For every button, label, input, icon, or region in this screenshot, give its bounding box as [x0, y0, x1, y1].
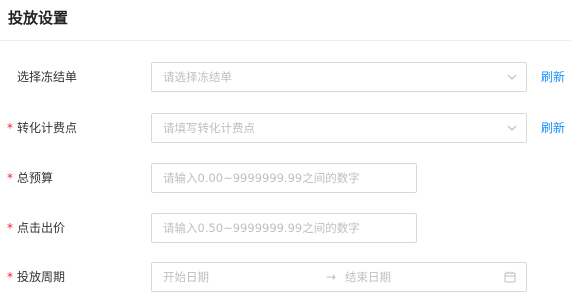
click-bid-placeholder: 请输入0.50~9999999.99之间的数字: [163, 221, 360, 235]
freeze-order-select[interactable]: 请选择冻结单: [151, 62, 527, 92]
freeze-order-label-text: 选择冻结单: [17, 70, 78, 84]
form-row-delivery-period: * 投放周期 开始日期 → 结束日期: [0, 262, 571, 292]
required-mark: *: [7, 171, 13, 185]
click-bid-label-text: 点击出价: [17, 221, 66, 235]
total-budget-label: * 总预算: [7, 163, 53, 193]
start-date-input[interactable]: 开始日期: [163, 263, 209, 291]
required-mark: *: [7, 121, 13, 135]
freeze-order-refresh-link[interactable]: 刷新: [541, 62, 565, 92]
form-row-click-bid: * 点击出价 请输入0.50~9999999.99之间的数字: [0, 213, 571, 243]
conversion-point-label-text: 转化计费点: [17, 121, 78, 135]
click-bid-label: * 点击出价: [7, 213, 65, 243]
form-row-total-budget: * 总预算 请输入0.00~9999999.99之间的数字: [0, 163, 571, 193]
conversion-point-label: * 转化计费点: [7, 113, 77, 143]
end-date-input[interactable]: 结束日期: [345, 263, 391, 291]
delivery-settings-page: 投放设置 选择冻结单 请选择冻结单 刷新 * 转化计费点 请填写转化计费点 刷新 …: [0, 0, 571, 296]
click-bid-input[interactable]: 请输入0.50~9999999.99之间的数字: [151, 213, 417, 243]
total-budget-label-text: 总预算: [17, 171, 54, 185]
calendar-icon[interactable]: [504, 271, 516, 283]
total-budget-placeholder: 请输入0.00~9999999.99之间的数字: [163, 171, 360, 185]
form-row-freeze-order: 选择冻结单 请选择冻结单 刷新: [0, 62, 571, 92]
conversion-point-refresh-link[interactable]: 刷新: [541, 113, 565, 143]
chevron-down-icon: [507, 125, 517, 131]
delivery-period-label-text: 投放周期: [17, 270, 66, 284]
delivery-period-range-picker[interactable]: 开始日期 → 结束日期: [151, 262, 527, 292]
delivery-period-label: * 投放周期: [7, 262, 65, 292]
form-row-conversion-point: * 转化计费点 请填写转化计费点 刷新: [0, 113, 571, 143]
section-title: 投放设置: [8, 9, 69, 27]
section-divider: [0, 40, 571, 41]
total-budget-input[interactable]: 请输入0.00~9999999.99之间的数字: [151, 163, 417, 193]
chevron-down-icon: [507, 74, 517, 80]
freeze-order-placeholder: 请选择冻结单: [163, 70, 232, 84]
freeze-order-label: 选择冻结单: [7, 62, 77, 92]
required-mark: *: [7, 221, 13, 235]
arrow-right-icon: →: [326, 270, 337, 284]
required-mark: *: [7, 270, 13, 284]
conversion-point-select[interactable]: 请填写转化计费点: [151, 113, 527, 143]
conversion-point-placeholder: 请填写转化计费点: [163, 121, 255, 135]
